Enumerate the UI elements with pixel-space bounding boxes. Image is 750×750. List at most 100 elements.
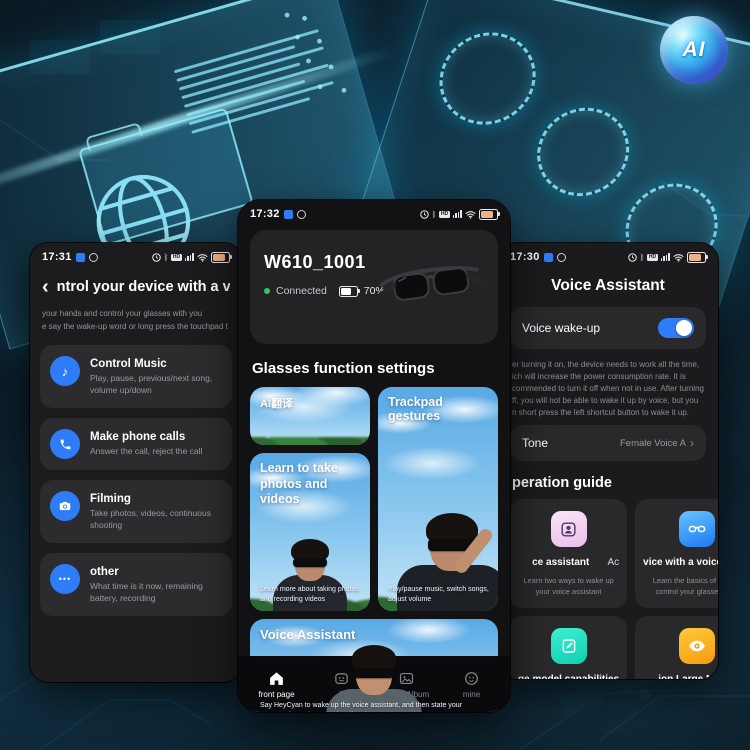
hud-ring-1 [427,23,548,134]
signal-icon [661,253,670,261]
chevron-right-icon: › [690,436,694,450]
camera-icon [50,491,80,521]
list-item-filming[interactable]: Filming Take photos, videos, continuous … [40,480,232,543]
card-learn-photos-videos[interactable]: Learn to take photos and videos Learn mo… [250,453,370,611]
hd-icon: HD [439,211,449,218]
list-item-title: other [90,566,222,578]
left-page-title: ntrol your device with a voic [57,279,230,295]
record-circle-icon [89,253,98,262]
guide-card-large-model[interactable]: ge model capabilities Ask your questions… [510,616,627,679]
list-item-subtitle: Play, pause, previous/next song, volume … [90,373,222,397]
battery-icon [687,252,706,263]
center-phone-screen: 17:32 ᛒ HD W610_1001 Connected 70% [238,200,510,712]
card-subtitle: Play/pause music, switch songs, adjust v… [388,585,490,604]
connection-status: Connected [276,285,327,297]
guide-card-grid: ce assistantAc Learn two ways to wake up… [498,499,718,679]
card-subtitle: Learn more about taking photos and recor… [260,585,362,604]
glasses-icon [679,511,715,547]
record-circle-icon [557,253,566,262]
tab-label: mine [463,690,480,699]
guide-card-title-extra: Ac [607,557,619,568]
tab-label: front page [258,690,294,699]
guide-card-title: ce assistant [532,557,589,568]
tone-value: Female Voice A [620,438,686,449]
card-title: Trackpad gestures [388,395,490,423]
music-note-icon: ♪ [50,356,80,386]
guide-card-control-device[interactable]: vice with a voice assis Learn the basics… [635,499,718,608]
bluetooth-icon: ᛒ [640,253,645,262]
list-item-title: Control Music [90,358,222,370]
description-line: e say the wake-up word or long press the… [42,320,230,333]
signal-icon [453,210,462,218]
list-item-other[interactable]: ••• other What time is it now, remaining… [40,553,232,616]
note-line: commended to turn it off when not in use… [512,383,704,395]
bluetooth-icon: ᛒ [164,253,169,262]
guide-card-subtitle: Learn the basics of how to control your … [643,576,718,598]
description-line: your hands and control your glasses with… [42,307,230,320]
right-clock: 17:30 [510,251,540,263]
ai-sphere-badge: AI [660,16,728,84]
voice-wakeup-row[interactable]: Voice wake-up [510,307,706,349]
center-status-icons: ᛒ HD [420,209,498,220]
voice-wakeup-toggle[interactable] [658,318,694,338]
back-button[interactable]: ‹ [42,279,49,295]
connected-dot-icon [264,288,270,294]
device-battery-icon [339,286,358,297]
list-item-subtitle: Take photos, videos, continuous shooting [90,508,222,532]
assistant-robot-icon [551,511,587,547]
left-clock: 17:31 [42,251,72,263]
guide-card-title: vice with a voice assis [643,557,718,568]
battery-icon [479,209,498,220]
wakeup-note: er turning it on, the device needs to wo… [498,349,718,423]
wifi-icon [465,210,476,219]
tab-front-page[interactable]: front page [252,670,302,699]
note-line: ff, you will not be able to wake it up b… [512,395,704,407]
clock-icon [152,253,161,262]
wifi-icon [673,253,684,262]
smart-glasses-image [372,252,490,314]
list-item-subtitle: Answer the call, reject the call [90,446,202,458]
right-status-bar: 17:30 ᛒ HD [498,243,718,265]
app-chip-icon [284,210,293,219]
card-trackpad-gestures[interactable]: Trackpad gestures Play/pause music, swit… [378,387,498,611]
list-item-subtitle: What time is it now, remaining battery, … [90,581,222,605]
hd-icon: HD [647,254,657,261]
list-item-control-music[interactable]: ♪ Control Music Play, pause, previous/ne… [40,345,232,408]
left-status-bar: 17:31 ᛒ HD [30,243,242,265]
ai-badge-label: AI [683,38,706,62]
edit-doc-icon [551,628,587,664]
right-page-title: Voice Assistant [498,265,718,305]
card-title: Learn to take photos and videos [260,461,362,508]
hud-ring-2 [525,99,641,205]
left-status-icons: ᛒ HD [152,252,230,263]
guide-card-voice-assistant[interactable]: ce assistantAc Learn two ways to wake up… [510,499,627,608]
hd-icon: HD [171,254,181,261]
guide-card-title: ge model capabilities [518,674,619,679]
signal-icon [185,253,194,261]
tab-mine[interactable]: mine [447,670,497,699]
left-page-description: your hands and control your glasses with… [30,299,242,335]
list-item-title: Make phone calls [90,431,202,443]
record-circle-icon [297,210,306,219]
bluetooth-icon: ᛒ [432,210,437,219]
device-card[interactable]: W610_1001 Connected 70% [250,230,498,344]
card-ai-translate[interactable]: AI翻译 [250,387,370,445]
card-subtitle: Say HeyCyan to wake up the voice assista… [260,701,490,712]
tone-label: Tone [522,436,548,450]
guide-card-vision-model[interactable]: ion Large Model Let the voice assistant … [635,616,718,679]
list-item-phone-calls[interactable]: Make phone calls Answer the call, reject… [40,418,232,470]
promo-canvas: AI 17:31 ᛒ HD ‹ ntrol your device with a… [0,0,750,750]
tone-row[interactable]: Tone Female Voice A › [510,425,706,461]
center-clock: 17:32 [250,208,280,220]
note-line: ich will increase the power consumption … [512,371,704,383]
section-title: Glasses function settings [238,344,510,387]
app-chip-icon [544,253,553,262]
note-line: n short press the left shortcut button t… [512,407,704,419]
home-icon [268,670,285,687]
right-phone-screen: 17:30 ᛒ HD Voice Assistant Voice wake-up… [498,243,718,679]
voice-command-list: ♪ Control Music Play, pause, previous/ne… [30,335,242,615]
battery-icon [211,252,230,263]
eye-icon [679,628,715,664]
note-line: er turning it on, the device needs to wo… [512,359,704,371]
list-item-title: Filming [90,493,222,505]
